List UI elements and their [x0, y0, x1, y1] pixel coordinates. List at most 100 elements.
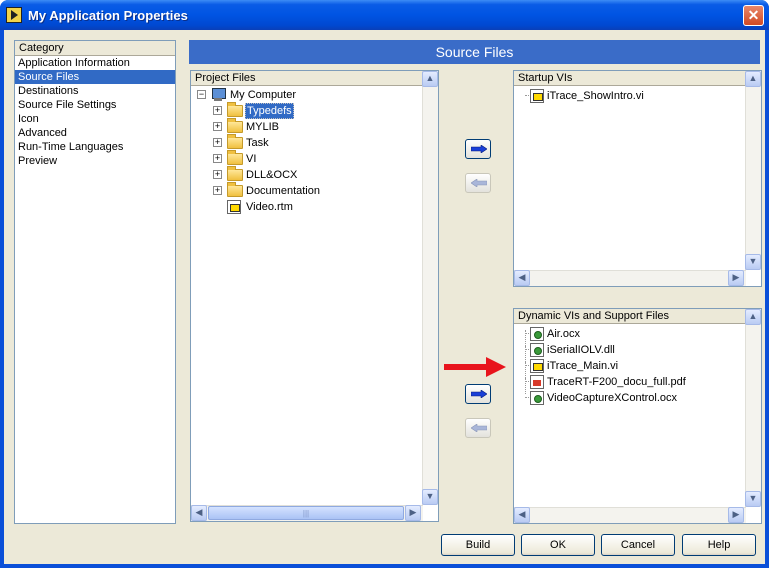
- file-item[interactable]: iTrace_ShowIntro.vi: [514, 88, 744, 104]
- scroll-left-button[interactable]: ◀: [514, 270, 530, 286]
- add-to-startup-button[interactable]: [465, 139, 491, 159]
- tree-item[interactable]: + Typedefs: [191, 102, 421, 119]
- scroll-down-button[interactable]: ▼: [745, 491, 761, 507]
- scroll-up-button[interactable]: ▲: [422, 71, 438, 87]
- startup-vis-panel: Startup VIs iTrace_ShowIntro.vi ▲ ▼ ◀ ▶: [513, 70, 762, 287]
- expand-icon[interactable]: +: [213, 186, 222, 195]
- file-item[interactable]: iTrace_Main.vi: [514, 358, 744, 378]
- title-bar[interactable]: My Application Properties ✕: [0, 0, 769, 30]
- startup-hscroll[interactable]: ◀ ▶: [514, 270, 746, 286]
- file-item-label: Air.ocx: [547, 328, 581, 340]
- ocx-file-icon: [530, 327, 544, 341]
- file-item[interactable]: iSerialIOLV.dll: [514, 342, 744, 362]
- folder-icon: [227, 134, 243, 149]
- folder-icon: [227, 102, 243, 117]
- file-item[interactable]: TraceRT-F200_docu_full.pdf: [514, 374, 744, 394]
- close-button[interactable]: ✕: [743, 5, 764, 26]
- startup-vis-header: Startup VIs: [514, 71, 761, 86]
- scroll-left-button[interactable]: ◀: [514, 507, 530, 523]
- window-title: My Application Properties: [28, 8, 188, 23]
- file-item-label: iTrace_ShowIntro.vi: [547, 90, 644, 102]
- category-item[interactable]: Preview: [15, 154, 175, 168]
- scroll-left-button[interactable]: ◀: [191, 505, 207, 521]
- tree-item[interactable]: Video.rtm: [191, 199, 421, 215]
- right-arrow-icon: [471, 145, 487, 153]
- section-banner: Source Files: [189, 40, 760, 64]
- add-to-dynamic-button[interactable]: [465, 384, 491, 404]
- project-files-vscroll[interactable]: ▲ ▼: [422, 71, 438, 505]
- category-item[interactable]: Advanced: [15, 126, 175, 140]
- category-list: Category Application Information Source F…: [14, 40, 176, 524]
- scroll-down-button[interactable]: ▼: [745, 254, 761, 270]
- dynamic-vis-panel: Dynamic VIs and Support Files Air.ocx iSe…: [513, 308, 762, 524]
- file-item[interactable]: Air.ocx: [514, 326, 744, 346]
- file-item-label: iSerialIOLV.dll: [547, 344, 615, 356]
- category-item[interactable]: Icon: [15, 112, 175, 126]
- file-item-label: VideoCaptureXControl.ocx: [547, 392, 678, 404]
- scroll-right-button[interactable]: ▶: [728, 270, 744, 286]
- dialog-body: Category Application Information Source F…: [4, 30, 765, 564]
- computer-icon: [211, 88, 226, 102]
- project-files-hscroll[interactable]: ◀ ||| ▶: [191, 505, 423, 521]
- scroll-right-button[interactable]: ▶: [405, 505, 421, 521]
- category-item[interactable]: Application Information: [15, 56, 175, 70]
- category-header: Category: [15, 41, 175, 56]
- scroll-up-button[interactable]: ▲: [745, 71, 761, 87]
- tree-item-label: Task: [246, 137, 269, 149]
- scroll-grip: |||: [302, 509, 310, 518]
- scroll-right-button[interactable]: ▶: [728, 507, 744, 523]
- tree-item-label: Documentation: [246, 185, 320, 197]
- file-item-label: TraceRT-F200_docu_full.pdf: [547, 376, 686, 388]
- remove-from-dynamic-button[interactable]: [465, 418, 491, 438]
- scroll-thumb[interactable]: |||: [208, 506, 404, 520]
- folder-icon: [227, 166, 243, 181]
- vi-file-icon: [530, 359, 544, 373]
- scroll-down-button[interactable]: ▼: [422, 489, 438, 505]
- expand-icon[interactable]: +: [213, 170, 222, 179]
- category-item[interactable]: Run-Time Languages: [15, 140, 175, 154]
- left-arrow-icon: [471, 179, 487, 187]
- dynamic-vis-header: Dynamic VIs and Support Files: [514, 309, 761, 324]
- scroll-up-button[interactable]: ▲: [745, 309, 761, 325]
- tree-item[interactable]: + VI: [191, 150, 421, 167]
- tree-item-label: Video.rtm: [246, 201, 293, 213]
- tree-item[interactable]: + Task: [191, 134, 421, 151]
- tree-item[interactable]: + Documentation: [191, 182, 421, 199]
- category-item[interactable]: Source Files: [15, 70, 175, 84]
- collapse-icon[interactable]: −: [197, 90, 206, 99]
- category-item[interactable]: Destinations: [15, 84, 175, 98]
- cancel-button[interactable]: Cancel: [601, 534, 675, 556]
- tree-item[interactable]: + MYLIB: [191, 118, 421, 135]
- dll-file-icon: [530, 343, 544, 357]
- category-item[interactable]: Source File Settings: [15, 98, 175, 112]
- tree-item[interactable]: + DLL&OCX: [191, 166, 421, 183]
- tree-root-label: My Computer: [230, 89, 297, 101]
- build-button[interactable]: Build: [441, 534, 515, 556]
- dynamic-vscroll[interactable]: ▲ ▼: [745, 309, 761, 507]
- file-item-label: iTrace_Main.vi: [547, 360, 619, 372]
- tree-root[interactable]: − My Computer: [191, 87, 421, 103]
- tree-item-label: Typedefs: [245, 103, 294, 119]
- right-arrow-icon: [471, 390, 487, 398]
- left-arrow-icon: [471, 424, 487, 432]
- expand-icon[interactable]: +: [213, 138, 222, 147]
- expand-icon[interactable]: +: [213, 122, 222, 131]
- red-annotation-arrow-icon: [444, 357, 506, 377]
- ok-button[interactable]: OK: [521, 534, 595, 556]
- tree-item-label: MYLIB: [246, 121, 280, 133]
- tree-item-label: VI: [246, 153, 257, 165]
- startup-vscroll[interactable]: ▲ ▼: [745, 71, 761, 270]
- app-window: My Application Properties ✕ Category App…: [0, 0, 769, 568]
- help-button[interactable]: Help: [682, 534, 756, 556]
- expand-icon[interactable]: +: [213, 154, 222, 163]
- file-item[interactable]: VideoCaptureXControl.ocx: [514, 390, 744, 406]
- expand-icon[interactable]: +: [213, 106, 222, 115]
- ocx-file-icon: [530, 391, 544, 405]
- remove-from-startup-button[interactable]: [465, 173, 491, 193]
- folder-icon: [227, 182, 243, 197]
- labview-app-icon: [6, 7, 22, 23]
- dynamic-hscroll[interactable]: ◀ ▶: [514, 507, 746, 523]
- folder-icon: [227, 118, 243, 133]
- folder-icon: [227, 150, 243, 165]
- pdf-file-icon: [530, 375, 544, 389]
